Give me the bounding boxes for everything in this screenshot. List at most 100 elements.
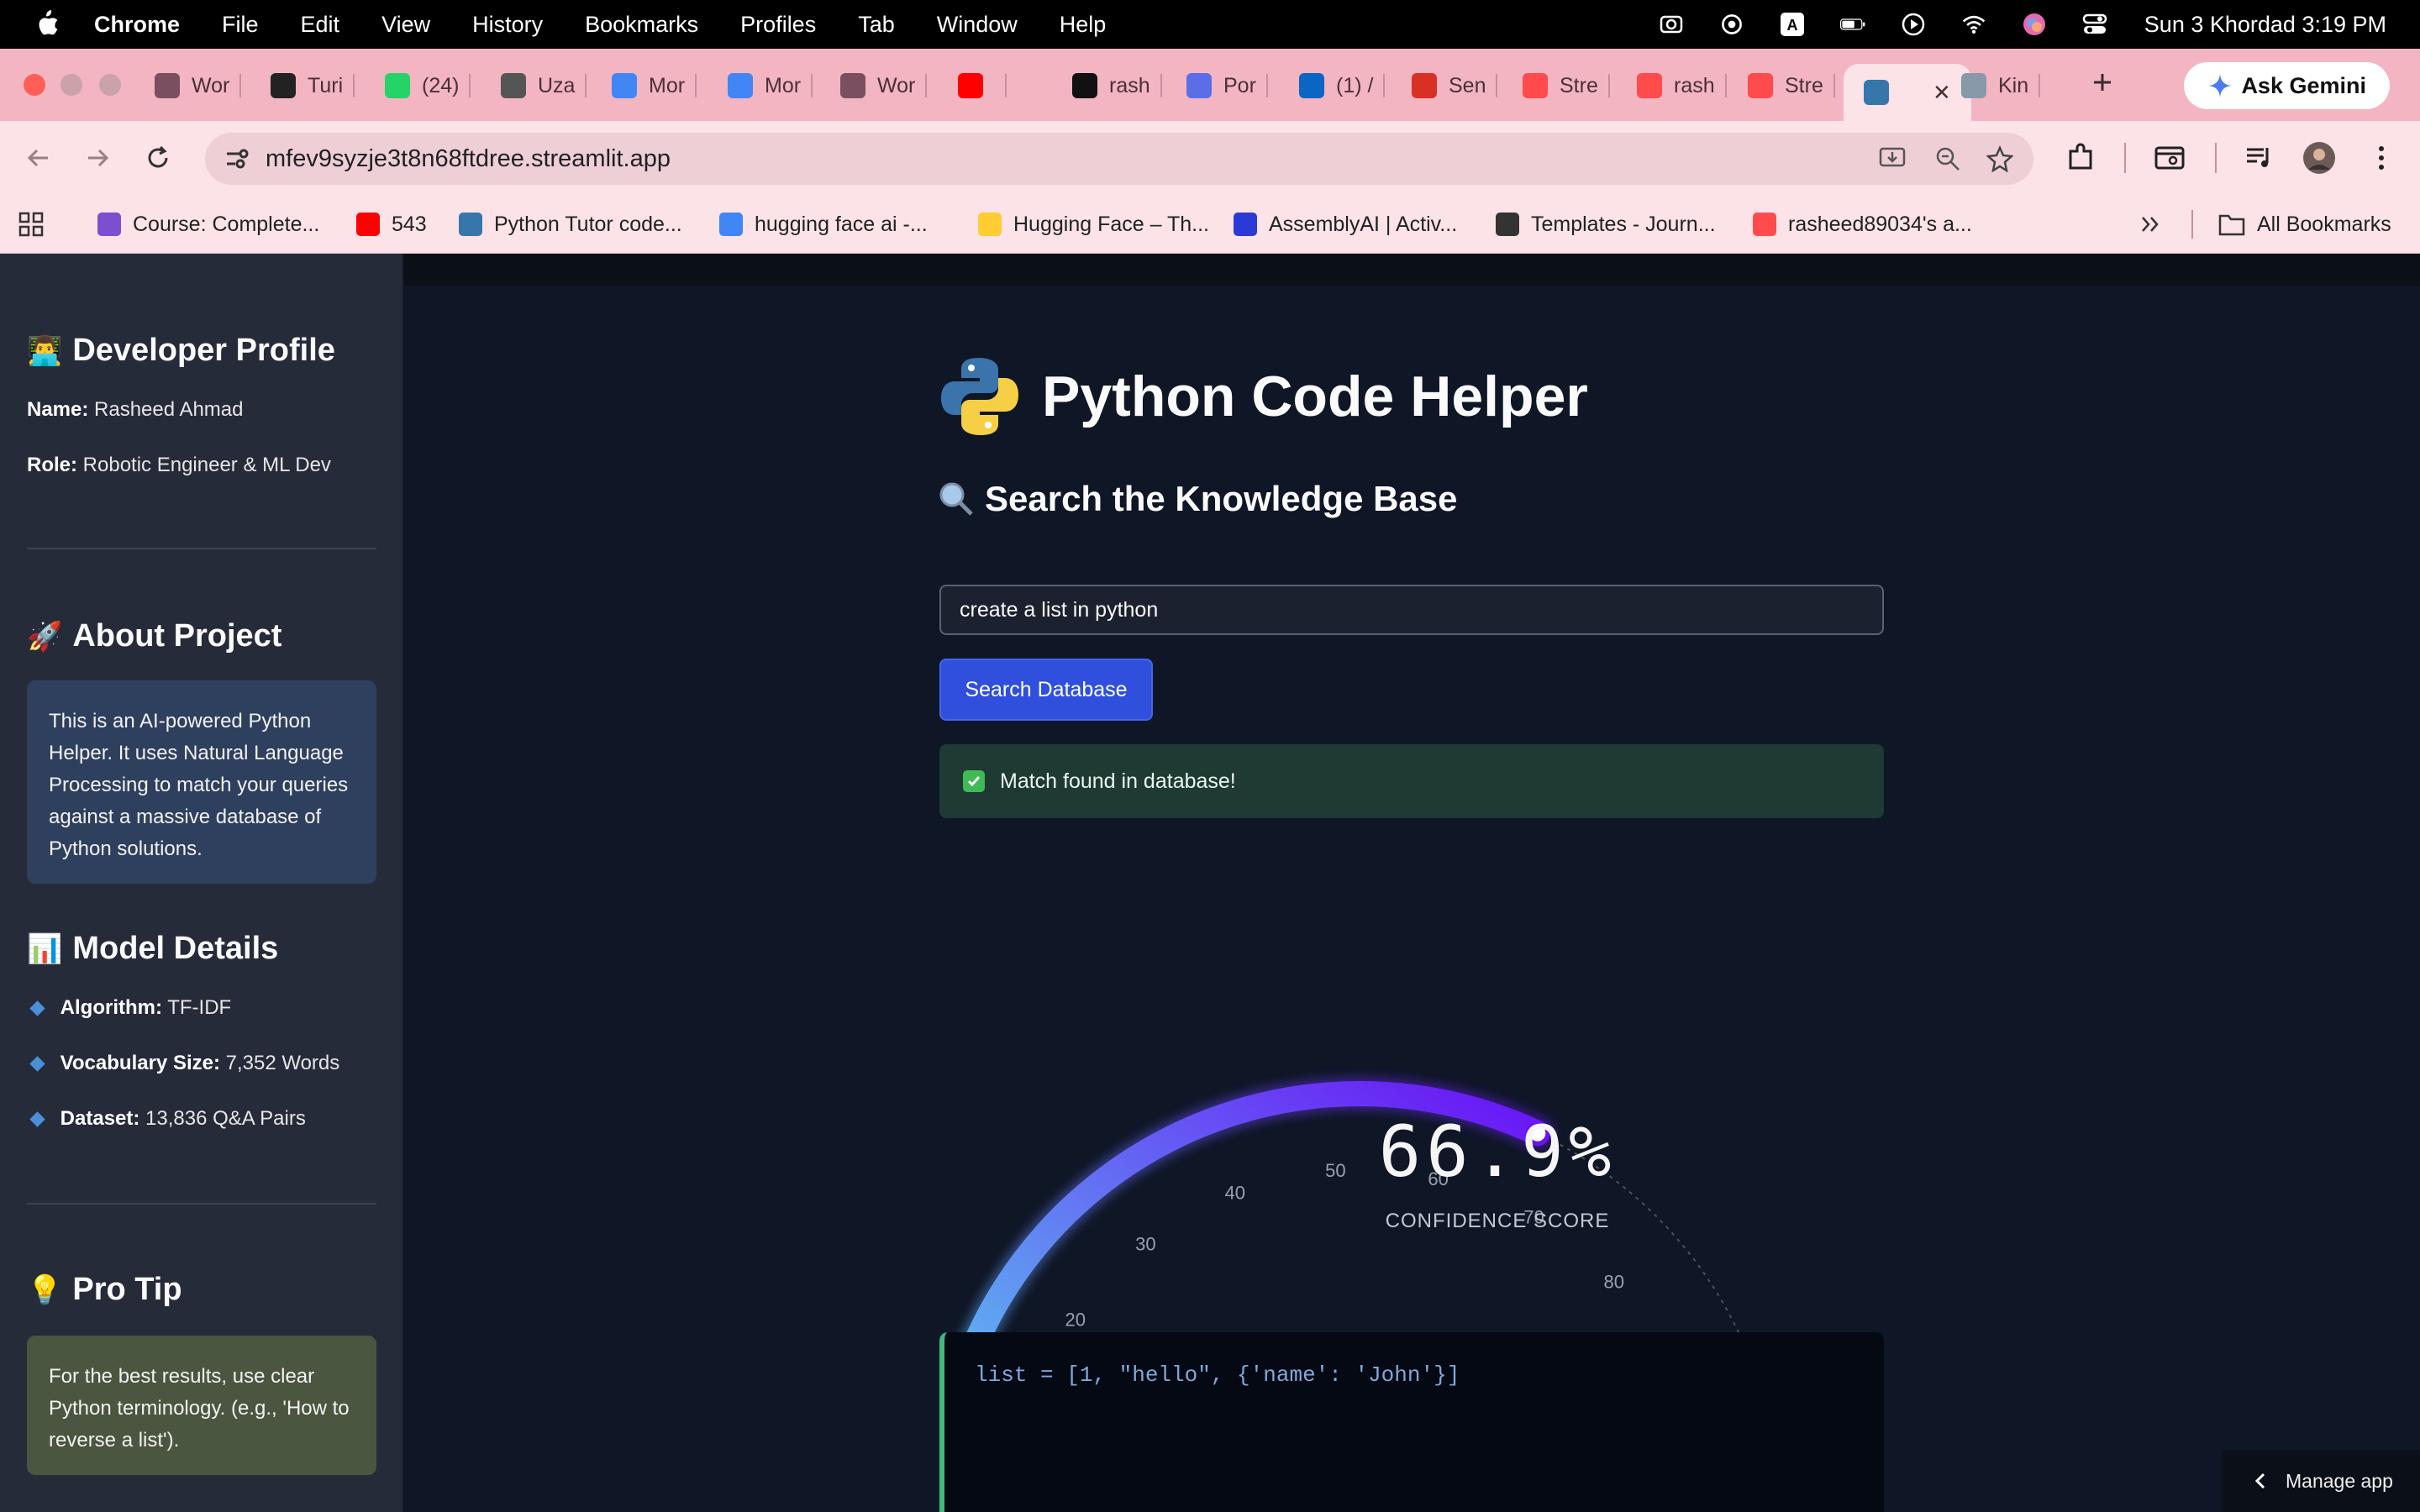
tab-separator — [695, 74, 697, 97]
bookmark-item[interactable]: AssemblyAI | Activ... — [1234, 208, 1457, 240]
apps-shortcut[interactable] — [18, 208, 44, 240]
reload-button[interactable] — [141, 141, 175, 175]
tab-label: Wor — [192, 73, 230, 97]
minimize-window-button[interactable] — [60, 74, 82, 96]
developer-profile-heading: 👨‍💻 Developer Profile — [27, 333, 335, 369]
keyboard-input-icon[interactable]: A — [1780, 12, 1805, 37]
menu-profiles[interactable]: Profiles — [740, 12, 816, 38]
close-window-button[interactable] — [24, 74, 45, 96]
magnifier-icon — [939, 482, 973, 516]
browser-tab[interactable]: Turi — [271, 66, 355, 106]
browser-tab[interactable]: Uza — [501, 66, 587, 106]
bookmark-item[interactable]: Templates - Journ... — [1496, 208, 1716, 240]
creative-cloud-icon[interactable] — [1719, 12, 1744, 37]
wifi-icon[interactable] — [1961, 12, 1986, 37]
pro-tip-box: For the best results, use clear Python t… — [27, 1336, 376, 1475]
browser-tab[interactable]: Por — [1186, 66, 1268, 106]
chrome-menu-button[interactable] — [2363, 139, 2400, 176]
menu-history[interactable]: History — [472, 12, 543, 38]
search-input[interactable] — [939, 585, 1884, 635]
control-center-icon[interactable] — [2082, 12, 2107, 37]
browser-tab[interactable]: Stre — [1748, 66, 1835, 106]
browser-tab[interactable]: rash — [1072, 66, 1162, 106]
apple-logo-icon[interactable] — [34, 9, 60, 39]
forward-button[interactable] — [81, 141, 114, 175]
play-icon[interactable] — [1901, 12, 1926, 37]
svg-text:A: A — [1786, 17, 1797, 34]
tab-search-icon — [2154, 146, 2185, 170]
extensions-button[interactable] — [2062, 139, 2099, 176]
media-controls-button[interactable] — [2240, 139, 2277, 176]
app-header-strip — [403, 254, 2420, 286]
page-title: Python Code Helper — [938, 354, 1588, 438]
bookmark-item[interactable]: hugging face ai -... — [719, 208, 928, 240]
developer-emoji-icon: 👨‍💻 — [27, 334, 63, 367]
browser-tab[interactable]: Sen — [1412, 66, 1498, 106]
screenshot-icon[interactable] — [1659, 12, 1684, 37]
templates-icon — [1496, 213, 1519, 236]
success-alert: Match found in database! — [939, 744, 1884, 818]
youtube-icon — [958, 73, 983, 98]
maximize-window-button[interactable] — [99, 74, 121, 96]
install-app-icon[interactable] — [1879, 145, 1907, 172]
browser-tab[interactable]: (24) — [385, 66, 471, 106]
browser-tab[interactable]: Mor — [612, 66, 697, 106]
python-icon — [1864, 80, 1889, 105]
browser-tab[interactable]: (1) / — [1299, 66, 1386, 106]
browser-tab[interactable]: Stre — [1523, 66, 1610, 106]
all-bookmarks-label: All Bookmarks — [2257, 212, 2391, 236]
address-bar[interactable]: mfev9syzje3t8n68ftdree.streamlit.app — [205, 133, 2033, 185]
diamond-bullet-icon — [29, 1111, 45, 1127]
site-info-icon[interactable] — [224, 145, 250, 172]
about-project-info-box: This is an AI-powered Python Helper. It … — [27, 680, 376, 884]
browser-tab[interactable]: Mor — [728, 66, 813, 106]
bookmark-item[interactable]: Course: Complete... — [97, 208, 319, 240]
tab-separator — [925, 74, 928, 97]
manage-app-button[interactable]: Manage app — [2222, 1450, 2420, 1512]
url-text[interactable]: mfev9syzje3t8n68ftdree.streamlit.app — [266, 145, 671, 173]
browser-tab[interactable]: ✕ — [1844, 64, 1971, 121]
menu-view[interactable]: View — [381, 12, 430, 38]
menu-app-name[interactable]: Chrome — [94, 12, 180, 38]
sidebar-divider-1 — [27, 548, 376, 549]
bookmarks-overflow-button[interactable] — [2139, 208, 2161, 240]
menu-tab[interactable]: Tab — [858, 12, 895, 38]
bookmark-item[interactable]: Hugging Face – Th... — [978, 208, 1209, 240]
arrow-left-icon — [27, 149, 48, 167]
all-bookmarks-folder[interactable]: All Bookmarks — [2218, 208, 2391, 240]
ask-gemini-button[interactable]: Ask Gemini — [2184, 62, 2390, 109]
bookmark-item[interactable]: Python Tutor code... — [459, 208, 682, 240]
clock-icon — [155, 73, 180, 98]
bookmark-star-icon[interactable] — [1986, 145, 2013, 172]
search-database-button[interactable]: Search Database — [939, 659, 1153, 721]
new-tab-button[interactable] — [2084, 64, 2121, 101]
menubar-clock[interactable]: Sun 3 Khordad 3:19 PM — [2144, 12, 2386, 38]
bookmark-item[interactable]: rasheed89034's a... — [1753, 208, 1972, 240]
app-sidebar: 👨‍💻 Developer Profile Name: Rasheed Ahma… — [0, 254, 403, 1512]
tab-label: Por — [1223, 73, 1256, 97]
menu-help[interactable]: Help — [1060, 12, 1107, 38]
browser-tab[interactable] — [958, 66, 1007, 106]
menu-edit[interactable]: Edit — [301, 12, 340, 38]
browser-tab[interactable]: Kin — [1961, 66, 2041, 106]
tab-label: rash — [1109, 73, 1150, 97]
zoom-icon[interactable] — [1934, 145, 1961, 172]
back-button[interactable] — [22, 141, 55, 175]
battery-icon[interactable] — [1839, 12, 1865, 37]
menu-file[interactable]: File — [222, 12, 259, 38]
gauge-tick-label: 80 — [1604, 1272, 1624, 1293]
browser-tab[interactable]: Wor — [155, 66, 242, 106]
tab-search-button[interactable] — [2151, 139, 2188, 176]
menu-window[interactable]: Window — [937, 12, 1018, 38]
close-tab-icon[interactable]: ✕ — [1933, 80, 1951, 106]
profile-avatar-button[interactable] — [2301, 139, 2338, 176]
browser-tab[interactable]: Wor — [840, 66, 928, 106]
tab-separator — [1607, 74, 1610, 97]
siri-icon[interactable] — [2022, 12, 2047, 37]
menu-bookmarks[interactable]: Bookmarks — [585, 12, 698, 38]
algorithm-label: Algorithm: — [60, 996, 162, 1019]
sparkle-icon — [1186, 73, 1212, 98]
browser-tab[interactable]: rash — [1637, 66, 1727, 106]
bookmark-item[interactable]: 543 — [356, 208, 427, 240]
tab-separator — [1496, 74, 1498, 97]
